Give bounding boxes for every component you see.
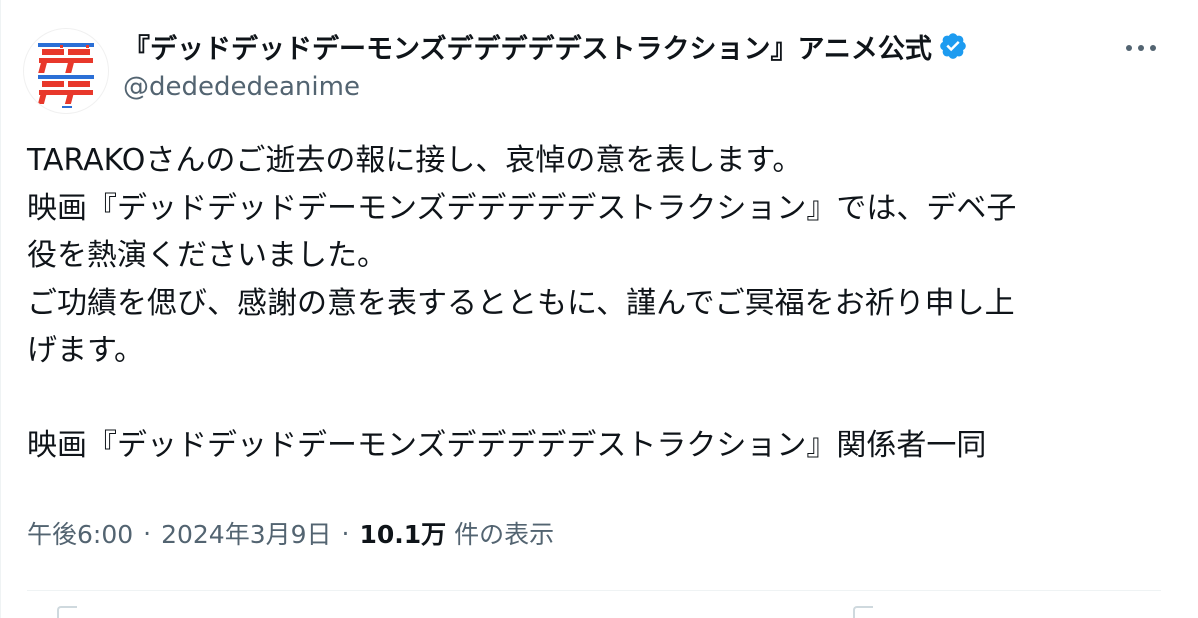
views-count[interactable]: 10.1万 bbox=[359, 515, 446, 551]
account-handle[interactable]: @dedededeanime bbox=[123, 72, 360, 102]
more-options-icon bbox=[1126, 45, 1132, 51]
reply-icon[interactable] bbox=[57, 606, 77, 618]
avatar[interactable] bbox=[23, 28, 109, 114]
views-label: 件の表示 bbox=[454, 520, 555, 549]
tweet-text: TARAKOさんのご逝去の報に接し、哀悼の意を表します。 映画『デッドデッドデー… bbox=[27, 137, 1167, 470]
name-row: 『デッドデッドデーモンズデデデデデストラクション』アニメ公式 bbox=[123, 24, 968, 68]
meta-separator: · bbox=[341, 518, 350, 548]
tweet-line: 映画『デッドデッドデーモンズデデデデデストラクション』では、デベ子 bbox=[27, 190, 1017, 226]
bookmark-icon[interactable] bbox=[853, 606, 873, 618]
tweet-line: 役を熱演くださいました。 bbox=[27, 238, 387, 273]
tweet-line: げます。 bbox=[27, 333, 144, 368]
tweet-date[interactable]: 2024年3月9日 bbox=[161, 515, 331, 551]
meta-separator: · bbox=[143, 518, 152, 548]
display-name[interactable]: 『デッドデッドデーモンズデデデデデストラクション』アニメ公式 bbox=[123, 27, 932, 66]
dedede-logo-icon bbox=[37, 43, 94, 108]
divider bbox=[27, 590, 1161, 591]
tweet-line: ご功績を偲び、感謝の意を表するとともに、謹んでご冥福をお祈り申し上 bbox=[27, 285, 1015, 321]
tweet-time[interactable]: 午後6:00 bbox=[27, 515, 133, 551]
tweet-header: 『デッドデッドデーモンズデデデデデストラクション』アニメ公式 @dededede… bbox=[1, 0, 1198, 120]
tweet-line: 映画『デッドデッドデーモンズデデデデデストラクション』関係者一同 bbox=[27, 428, 987, 463]
tweet-card: 『デッドデッドデーモンズデデデデデストラクション』アニメ公式 @dededede… bbox=[0, 0, 1198, 618]
tweet-meta: 午後6:00 · 2024年3月9日 · 10.1万 件の表示 bbox=[27, 508, 554, 558]
tweet-line: TARAKOさんのご逝去の報に接し、哀悼の意を表します。 bbox=[27, 143, 803, 178]
more-options-button[interactable] bbox=[1119, 36, 1163, 60]
verified-badge-icon[interactable] bbox=[938, 31, 968, 61]
